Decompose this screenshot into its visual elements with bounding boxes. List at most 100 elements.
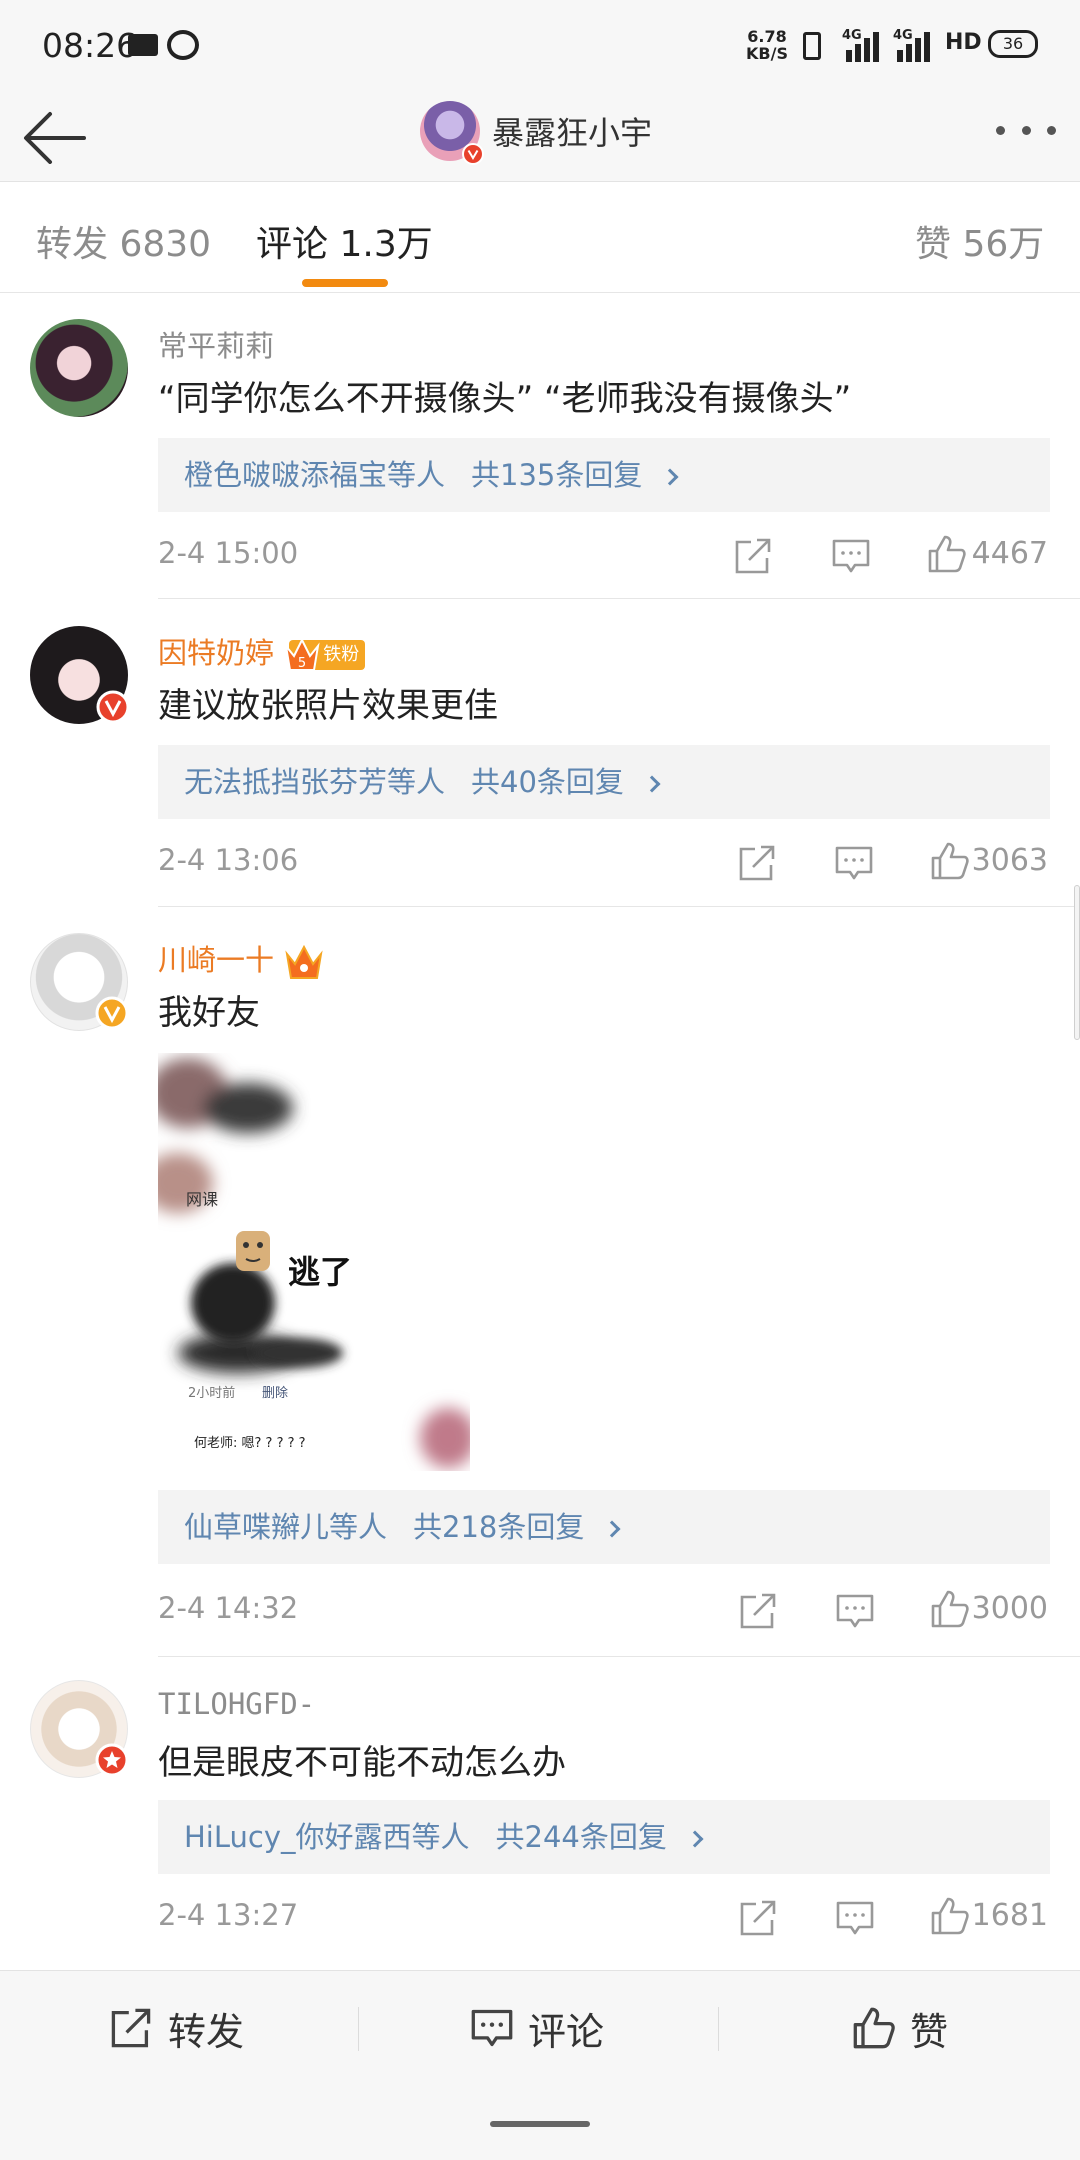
- status-time: 08:26: [42, 26, 138, 65]
- comment-icon: [471, 2009, 513, 2047]
- page-title: 暴露狂小宇: [492, 114, 653, 152]
- reply-count: 共244条回复: [495, 1820, 667, 1854]
- svg-text:2小时前: 2小时前: [188, 1385, 235, 1401]
- svg-text:删除: 删除: [262, 1386, 288, 1401]
- share-icon: [111, 2008, 151, 2048]
- share-icon[interactable]: [738, 1591, 778, 1631]
- reply-summary[interactable]: HiLucy_你好露西等人 共244条回复: [158, 1800, 1050, 1874]
- comment-label: 评论: [528, 2009, 605, 2054]
- comment-icon[interactable]: [835, 1898, 875, 1938]
- comment-item: 常平莉莉 “同学你怎么不开摄像头” “老师我没有摄像头” 橙色啵啵添福宝等人 共1…: [0, 293, 1080, 599]
- verified-badge-icon: [96, 690, 130, 724]
- tab-underline: [302, 279, 388, 287]
- message-icon: [128, 34, 158, 56]
- comment-author[interactable]: 因特奶婷 5 铁粉: [158, 630, 366, 672]
- more-button[interactable]: [996, 120, 1056, 140]
- reply-count: 共40条回复: [471, 765, 624, 799]
- nav-user[interactable]: 暴露狂小宇: [420, 96, 652, 166]
- battery-icon: 36: [988, 30, 1038, 58]
- like-icon: [853, 2007, 895, 2049]
- comment-button[interactable]: 评论: [470, 2001, 604, 2055]
- status-bar: 08:26 6.78 KB/S 4G 4G HD 36: [0, 0, 1080, 90]
- comment-author[interactable]: TILOHGFD-: [158, 1687, 315, 1721]
- comment-icon[interactable]: [834, 843, 874, 883]
- comment-author[interactable]: 常平莉莉: [158, 323, 274, 365]
- meme-image: 网课 逃了 2小时前 删除 何老师: 嗯? ? ? ? ?: [158, 1053, 470, 1471]
- signal-icon: 4G: [842, 28, 882, 62]
- share-icon[interactable]: [733, 536, 773, 576]
- more-icon: [996, 125, 1005, 135]
- chevron-right-icon: [643, 775, 661, 793]
- comment-image[interactable]: 网课 逃了 2小时前 删除 何老师: 嗯? ? ? ? ?: [158, 1053, 470, 1471]
- like-icon[interactable]: [927, 534, 967, 574]
- comment-time: 2-4 13:06: [158, 843, 299, 877]
- avatar[interactable]: [420, 101, 484, 165]
- verified-badge-icon: [462, 143, 484, 165]
- scrollbar[interactable]: [1074, 885, 1080, 1040]
- svg-text:网课: 网课: [186, 1190, 218, 1209]
- reply-summary[interactable]: 仙草喋辮儿等人 共218条回复: [158, 1490, 1050, 1564]
- divider: [358, 2007, 359, 2051]
- avatar[interactable]: [30, 933, 129, 1031]
- verified-badge-icon: [95, 996, 129, 1030]
- like-icon[interactable]: [930, 1589, 970, 1629]
- comment-text: 我好友: [158, 993, 260, 1033]
- fan-badge: 5 铁粉: [284, 637, 366, 671]
- chevron-right-icon: [686, 1830, 704, 1848]
- comment-item: 川崎一十 我好友 网课 逃了 2小时前 删除 何老师: 嗯? ? ? ? ? 仙…: [0, 907, 1080, 1657]
- comment-item: TILOHGFD- 但是眼皮不可能不动怎么办 HiLucy_你好露西等人 共244…: [0, 1657, 1080, 1963]
- back-arrow-icon: [24, 112, 86, 164]
- comment-time: 2-4 15:00: [158, 536, 299, 570]
- reply-users: 无法抵挡张芬芳等人: [184, 765, 446, 799]
- comment-item: 因特奶婷 5 铁粉 建议放张照片效果更佳 无法抵挡张芬芳等人 共40条回复 2-4…: [0, 600, 1080, 907]
- back-button[interactable]: [20, 104, 90, 164]
- like-count: 3063: [971, 843, 1048, 878]
- reply-count: 共135条回复: [471, 458, 643, 492]
- like-icon[interactable]: [930, 1896, 970, 1936]
- like-count: 3000: [971, 1591, 1048, 1626]
- home-indicator[interactable]: [490, 2121, 590, 2127]
- repost-button[interactable]: 转发: [108, 2001, 244, 2055]
- chevron-right-icon: [661, 468, 679, 486]
- nav-bar: 暴露狂小宇: [0, 90, 1080, 182]
- bottom-action-bar: 转发 评论 赞: [0, 1970, 1080, 2160]
- reply-summary[interactable]: 橙色啵啵添福宝等人 共135条回复: [158, 438, 1050, 512]
- like-count: 1681: [971, 1898, 1048, 1933]
- reply-users: 仙草喋辮儿等人: [184, 1510, 388, 1544]
- avatar[interactable]: [30, 1680, 129, 1778]
- like-label: 赞: [910, 2009, 949, 2054]
- divider: [158, 598, 1080, 599]
- reply-users: 橙色啵啵添福宝等人: [184, 458, 446, 492]
- comment-time: 2-4 14:32: [158, 1591, 299, 1625]
- hd-icon: HD: [945, 30, 982, 55]
- repost-label: 转发: [168, 2009, 245, 2054]
- reply-summary[interactable]: 无法抵挡张芬芳等人 共40条回复: [158, 745, 1050, 819]
- share-icon[interactable]: [738, 1898, 778, 1938]
- comment-author[interactable]: 川崎一十: [158, 937, 325, 982]
- avatar[interactable]: [30, 319, 128, 417]
- comment-text: 但是眼皮不可能不动怎么办: [158, 1743, 566, 1783]
- svg-text:5: 5: [298, 656, 306, 671]
- comment-icon[interactable]: [835, 1591, 875, 1631]
- reply-count: 共218条回复: [413, 1510, 585, 1544]
- comment-icon[interactable]: [831, 536, 871, 576]
- vibrate-icon: [803, 32, 821, 60]
- crown-icon: [285, 944, 323, 979]
- tab-comments[interactable]: 评论 1.3万: [256, 215, 433, 267]
- like-button[interactable]: 赞: [852, 2001, 948, 2055]
- share-icon[interactable]: [737, 843, 777, 883]
- network-speed: 6.78 KB/S: [746, 27, 788, 63]
- divider: [718, 2007, 719, 2051]
- comment-time: 2-4 13:27: [158, 1898, 299, 1932]
- avatar[interactable]: [30, 626, 130, 724]
- crown-icon: 5: [284, 637, 320, 671]
- signal-icon: 4G: [893, 28, 933, 62]
- svg-text:逃了: 逃了: [288, 1253, 352, 1291]
- member-badge-icon: [95, 1743, 129, 1777]
- tab-likes[interactable]: 赞 56万: [915, 215, 1044, 267]
- tab-bar: 转发 6830 评论 1.3万 赞 56万: [0, 183, 1080, 293]
- tab-repost[interactable]: 转发 6830: [36, 215, 211, 267]
- svg-text:何老师: 嗯? ? ? ? ?: 何老师: 嗯? ? ? ? ?: [194, 1435, 306, 1451]
- comment-text: “同学你怎么不开摄像头” “老师我没有摄像头”: [158, 379, 852, 419]
- like-icon[interactable]: [930, 841, 970, 881]
